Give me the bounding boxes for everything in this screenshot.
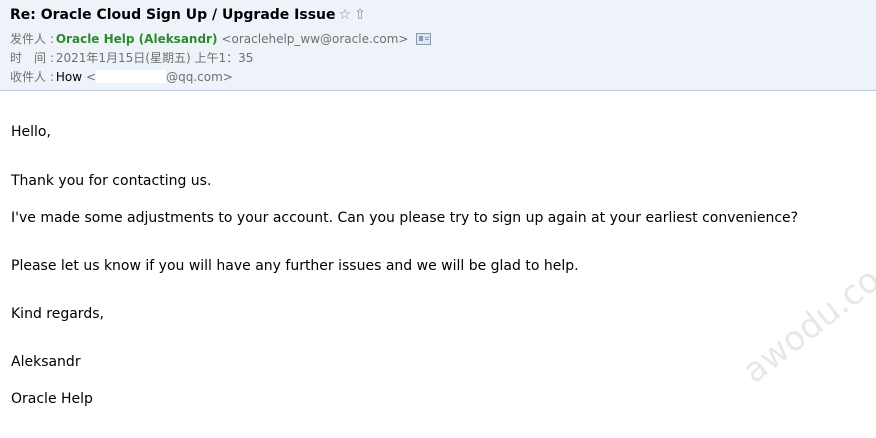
watermark: awodu.co [735, 259, 876, 392]
to-row: 收件人 : How < @qq.com> [10, 68, 233, 85]
closing-line: Kind regards, [11, 306, 104, 322]
recipient-email-suffix[interactable]: @qq.com> [166, 70, 233, 84]
time-row: 时 间 : 2021年1月15日(星期五) 上午1：35 [10, 49, 253, 66]
sent-time: 2021年1月15日(星期五) 上午1：35 [55, 51, 254, 65]
email-header: Re: Oracle Cloud Sign Up / Upgrade Issue… [0, 0, 876, 91]
paragraph-adjustments: I've made some adjustments to your accou… [11, 210, 799, 226]
from-label: 发件人 : [10, 32, 54, 46]
up-arrow-icon[interactable]: ⇧ [354, 7, 366, 23]
from-row: 发件人 : Oracle Help (Aleksandr) <oraclehel… [10, 30, 432, 47]
email-subject: Re: Oracle Cloud Sign Up / Upgrade Issue [10, 7, 336, 23]
sender-name[interactable]: Oracle Help (Aleksandr) [56, 32, 218, 46]
greeting: Hello, [11, 124, 51, 140]
to-label: 收件人 : [10, 70, 54, 84]
sender-email[interactable]: <oraclehelp_ww@oracle.com> [221, 32, 408, 46]
signature-org: Oracle Help [11, 391, 93, 407]
time-label: 时 间 : [10, 51, 54, 65]
recipient-email-prefix[interactable]: < [86, 70, 96, 84]
star-icon[interactable]: ☆ [339, 7, 352, 23]
signature-name: Aleksandr [11, 354, 81, 370]
contact-card-icon[interactable] [416, 32, 432, 45]
redacted-area [96, 70, 167, 83]
thanks-line: Thank you for contacting us. [11, 173, 212, 189]
paragraph-further-issues: Please let us know if you will have any … [11, 258, 579, 274]
subject-row: Re: Oracle Cloud Sign Up / Upgrade Issue… [10, 5, 366, 25]
recipient-name[interactable]: How [56, 70, 82, 84]
